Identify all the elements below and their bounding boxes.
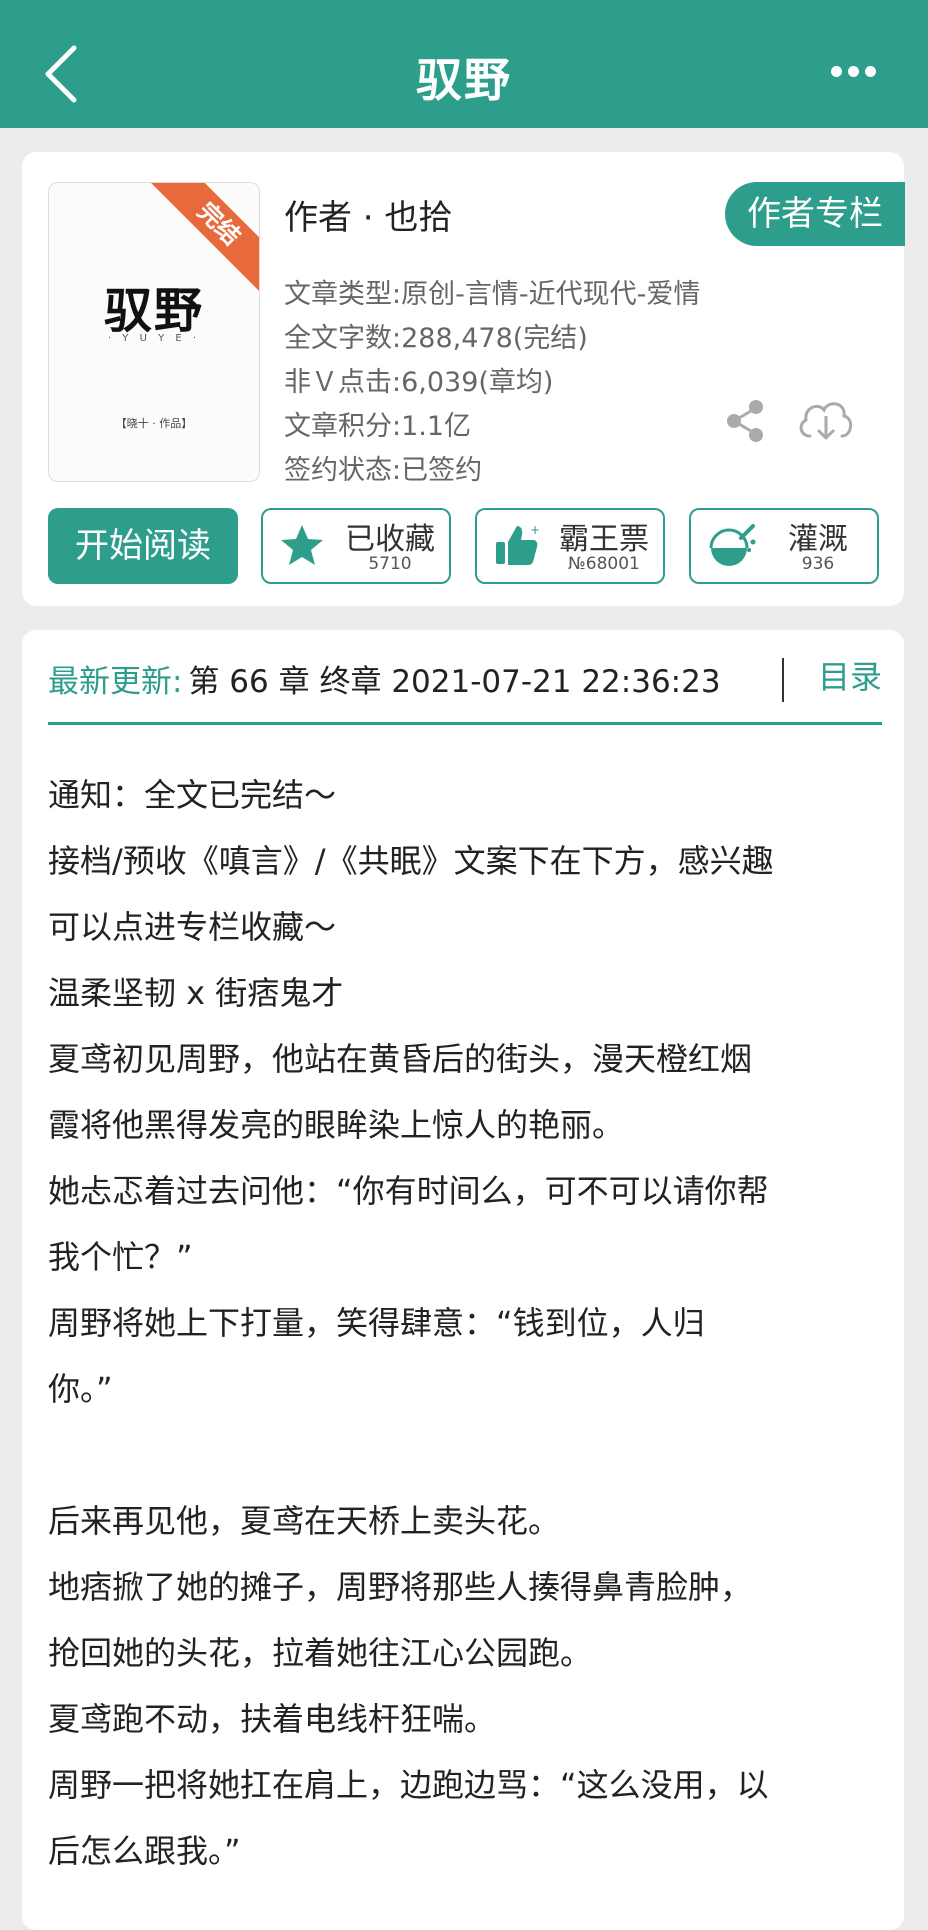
svg-text:+: + [530,523,539,537]
more-icon[interactable] [828,58,888,98]
meta-genre: 文章类型:原创-言情-近代现代-爱情 [284,279,701,310]
description-line: 夏鸢跑不动，扶着电线杆狂喘。 [48,1700,497,1738]
watering-can-icon [709,524,756,566]
description-line: 地痞掀了她的摊子，周野将那些人揍得鼻青脸肿， [48,1568,753,1606]
toc-link[interactable]: 目录 [818,652,882,698]
description: 通知：全文已完结～ 接档/预收《嗔言》/《共眠》文案下在下方，感兴趣 可以点进专… [48,762,888,1884]
collect-button[interactable]: 已收藏 5710 [261,508,451,584]
description-line: 我个忙？” [48,1238,193,1276]
download-icon[interactable] [796,394,856,446]
meta-word-count: 全文字数:288,478(完结) [284,323,588,354]
start-reading-button[interactable]: 开始阅读 [48,508,238,584]
meta-sign-status: 签约状态:已签约 [284,455,483,486]
meta-score: 文章积分:1.1亿 [284,411,472,442]
latest-update[interactable]: 最新更新: 第 66 章 终章 2021-07-21 22:36:23 [48,656,882,708]
collect-count: 5710 [368,554,412,574]
description-line: 抢回她的头花，拉着她往江心公园跑。 [48,1634,593,1672]
meta-clicks: 非Ｖ点击:6,039(章均) [284,367,554,398]
page-title: 驭野 [416,53,512,107]
description-line [48,1422,888,1488]
description-line: 你。” [48,1370,113,1408]
description-line: 温柔坚韧 x 街痞鬼才 [48,974,344,1012]
divider [782,658,784,702]
cover-author-stamp: 【晓十 · 作品】 [115,417,193,430]
share-icon[interactable] [722,398,768,444]
ticket-count: №68001 [568,554,640,574]
author-line[interactable]: 作者 · 也拾 [284,190,452,239]
cover-subtitle: · Y U Y E · [107,333,201,344]
water-count: 936 [801,554,835,574]
description-line: 后来再见他，夏鸢在天桥上卖头花。 [48,1502,561,1540]
description-line: 霞将他黑得发亮的眼眸染上惊人的艳丽。 [48,1106,625,1144]
cover-title: 驭野 [103,283,204,339]
water-button[interactable]: 灌溉 936 [689,508,879,584]
latest-update-label: 最新更新: [48,664,183,700]
description-line: 夏鸢初见周野，他站在黄昏后的街头，漫天橙红烟 [48,1040,753,1078]
description-line: 通知：全文已完结～ [48,776,337,814]
book-cover[interactable]: 驭野 · Y U Y E · 【晓十 · 作品】 完结 [48,182,260,482]
latest-update-text: 第 66 章 终章 2021-07-21 22:36:23 [188,664,721,700]
thumbs-up-icon: + [496,523,539,565]
description-line: 周野将她上下打量，笑得肆意：“钱到位，人归 [48,1304,705,1342]
star-icon [281,525,323,565]
ticket-label: 霸王票 [559,522,649,557]
author-column-button[interactable]: 作者专栏 [725,182,905,246]
section-rule [48,722,882,725]
collect-label: 已收藏 [345,522,435,557]
description-line: 后怎么跟我。” [48,1832,241,1870]
ticket-button[interactable]: + 霸王票 №68001 [475,508,665,584]
description-line: 可以点进专栏收藏～ [48,908,337,946]
content-card: 最新更新: 第 66 章 终章 2021-07-21 22:36:23 目录 通知… [22,630,904,1930]
book-info-card: 驭野 · Y U Y E · 【晓十 · 作品】 完结 作者 · 也拾 作者专栏… [22,152,905,606]
top-bar: 驭野 [0,0,928,128]
description-line: 周野一把将她扛在肩上，边跑边骂：“这么没用，以 [48,1766,769,1804]
description-line: 接档/预收《嗔言》/《共眠》文案下在下方，感兴趣 [48,842,774,880]
description-line: 她忐忑着过去问他：“你有时间么，可不可以请你帮 [48,1172,769,1210]
water-label: 灌溉 [788,522,848,557]
